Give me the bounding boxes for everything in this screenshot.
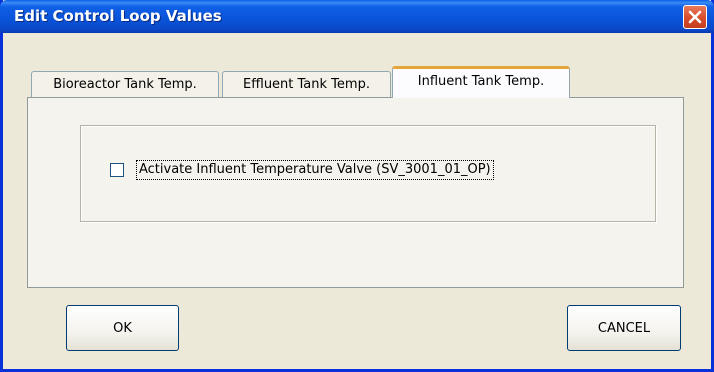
- ok-button[interactable]: OK: [66, 305, 179, 351]
- tab-influent-tank-temp[interactable]: Influent Tank Temp.: [392, 66, 570, 98]
- tab-label: Effluent Tank Temp.: [243, 77, 370, 92]
- activate-influent-valve-checkbox[interactable]: [110, 163, 124, 177]
- tab-label: Bioreactor Tank Temp.: [53, 77, 197, 92]
- close-button[interactable]: [683, 5, 707, 29]
- window-title: Edit Control Loop Values: [14, 7, 222, 25]
- cancel-button[interactable]: CANCEL: [567, 305, 681, 351]
- close-icon: [688, 10, 702, 24]
- tab-bioreactor-tank-temp[interactable]: Bioreactor Tank Temp.: [31, 71, 219, 97]
- activate-influent-valve-label[interactable]: Activate Influent Temperature Valve (SV_…: [136, 160, 494, 180]
- ok-button-label: OK: [113, 320, 132, 336]
- tab-effluent-tank-temp[interactable]: Effluent Tank Temp.: [222, 71, 391, 97]
- title-bar[interactable]: Edit Control Loop Values: [0, 0, 714, 33]
- cancel-button-label: CANCEL: [597, 320, 651, 336]
- tab-label: Influent Tank Temp.: [417, 74, 545, 89]
